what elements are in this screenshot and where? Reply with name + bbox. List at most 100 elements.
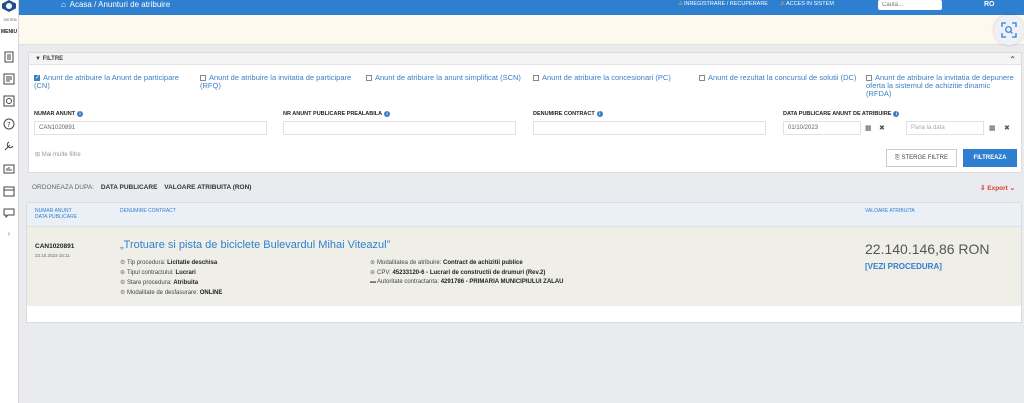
checkbox-box[interactable]	[34, 74, 40, 82]
register-link[interactable]: ⚠INREGISTRARE / RECUPERARE	[678, 0, 768, 9]
checkbox-label: Anunt de atribuire la anunt simplificat …	[375, 73, 521, 82]
results-header: NUMAR ANUNT DATA PUBLICARE DENUMIRE CONT…	[27, 203, 1021, 227]
gear-icon: ⚙	[120, 280, 126, 286]
checkbox-box[interactable]	[366, 75, 372, 81]
meta-label: Modalitate de desfasurare:	[127, 290, 199, 296]
sidebar: SISTEM MENIU ? ›	[0, 0, 19, 403]
checkbox-cn[interactable]: Anunt de atribuire la Anunt de participa…	[34, 74, 194, 90]
info-icon[interactable]: i	[893, 111, 900, 117]
nr-prealabila-input[interactable]	[283, 121, 516, 135]
numar-anunt-input[interactable]: CAN1020891	[34, 121, 267, 135]
label-text: NUMAR ANUNT	[34, 111, 76, 117]
home-icon[interactable]: ⌂	[61, 0, 66, 9]
breadcrumb-current: Anunturi de atribuire	[98, 0, 171, 9]
meta-mode: ⚙ Modalitate de desfasurare: ONLINE	[120, 289, 222, 296]
meta-label: Autoritate contractanta:	[377, 279, 440, 285]
globe-icon: ⊕	[370, 270, 376, 276]
meta-label: CPV:	[377, 270, 391, 276]
date-to-input[interactable]: Pana la data	[906, 121, 984, 135]
help-icon[interactable]: ?	[3, 118, 15, 130]
calendar-icon[interactable]: ▦	[865, 124, 872, 132]
meta-label: Modalitatea de atribuire:	[377, 260, 442, 266]
chat-icon[interactable]	[3, 207, 15, 219]
checkbox-dc[interactable]: Anunt de rezultat la concursul de soluti…	[699, 74, 859, 82]
result-row: CAN1020891 23.10.2023 15:11 „Trotuare si…	[27, 227, 1021, 306]
calendar-icon[interactable]	[3, 185, 15, 197]
building-icon: ▬	[370, 279, 376, 285]
search-input[interactable]	[878, 0, 942, 10]
sort-option-value[interactable]: VALOARE ATRIBUITA (RON)	[164, 184, 251, 191]
checkbox-rfda[interactable]: Anunt de atribuire la invitatia de depun…	[866, 74, 1016, 98]
meta-value: 4291786 - PRIMARIA MUNICIPIULUI ZALAU	[440, 279, 564, 285]
meta-label: Tipul contractului:	[127, 270, 174, 276]
info-icon[interactable]: i	[596, 111, 603, 117]
login-link-label: ACCES IN SISTEM	[785, 1, 834, 7]
logo-icon[interactable]	[2, 0, 16, 12]
globe-icon: ⊕	[370, 260, 376, 266]
meta-cpv: ⊕ CPV: 45233120-6 - Lucrari de constructi…	[370, 269, 545, 276]
filter-panel: ▼ FILTRE ⌃ Anunt de atribuire la Anunt d…	[28, 52, 1022, 173]
register-link-label: INREGISTRARE / RECUPERARE	[683, 1, 768, 7]
list-icon[interactable]	[3, 73, 15, 85]
checkbox-box[interactable]	[200, 75, 206, 81]
more-filters-link[interactable]: ⊞ Mai multe filtre	[35, 151, 81, 158]
header-line: DATA PUBLICARE	[35, 213, 78, 220]
checkbox-rfq[interactable]: Anunt de atribuire la invitatia de parti…	[200, 74, 360, 90]
screenshot-tool-button[interactable]	[994, 15, 1024, 45]
checkbox-scn[interactable]: Anunt de atribuire la anunt simplificat …	[366, 74, 526, 82]
meta-label: Stare procedura:	[127, 280, 172, 286]
checkbox-label: Anunt de atribuire la invitatia de parti…	[200, 73, 352, 90]
warning-icon: ⚠	[678, 1, 683, 7]
info-icon[interactable]: i	[384, 111, 391, 117]
sort-option-date[interactable]: DATA PUBLICARE	[101, 184, 158, 191]
system-label: SISTEM	[3, 18, 17, 22]
expand-sidebar-icon[interactable]: ›	[3, 228, 15, 240]
sort-bar: ORDONEAZA DUPA: DATA PUBLICARE VALOARE A…	[32, 184, 251, 191]
calendar-icon[interactable]: ▦	[989, 124, 996, 132]
numar-anunt-label: NUMAR ANUNT i	[34, 111, 84, 117]
view-procedure-link[interactable]: [VEZI PROCEDURA]	[865, 262, 942, 271]
column-header-number[interactable]: NUMAR ANUNT DATA PUBLICARE	[35, 208, 78, 220]
clear-date-icon[interactable]: ✖	[1004, 124, 1010, 132]
notice-number: CAN1020891	[35, 243, 75, 250]
login-link[interactable]: ⚠ACCES IN SISTEM	[780, 0, 834, 9]
meta-contract-type: ⊕ Tipul contractului: Lucrari	[120, 269, 196, 276]
meta-procedure-state: ⚙ Stare procedura: Atribuita	[120, 279, 198, 286]
filter-title: FILTRE	[42, 56, 64, 62]
gear-icon: ⚙	[120, 260, 126, 266]
denumire-contract-input[interactable]	[533, 121, 766, 135]
meta-label: Tip procedura:	[127, 260, 166, 266]
filter-button[interactable]: FILTREAZA	[963, 149, 1017, 167]
checkbox-pc[interactable]: Anunt de atribuire la concesionari (PC)	[533, 74, 693, 82]
column-header-value[interactable]: VALOARE ATRIBUITA	[865, 208, 915, 215]
meta-value: Contract de achizitii publice	[443, 260, 523, 266]
breadcrumb-home[interactable]: Acasa	[70, 0, 92, 9]
export-button[interactable]: ⇩ Export ⌄	[980, 184, 1015, 192]
top-bar: ⌂ Acasa / Anunturi de atribuire ⚠INREGIS…	[19, 0, 1024, 15]
checkbox-box[interactable]	[533, 75, 539, 81]
filter-header[interactable]: ▼ FILTRE ⌃	[29, 53, 1021, 65]
label-text: DATA PUBLICARE ANUNT DE ATRIBUIRE	[783, 111, 892, 117]
date-from-input[interactable]: 01/10/2023	[783, 121, 861, 135]
clear-filters-button[interactable]: ⎘ STERGE FILTRE	[886, 149, 957, 167]
language-selector[interactable]: RO	[984, 0, 995, 9]
column-header-name[interactable]: DENUMIRE CONTRACT	[120, 208, 176, 215]
checkbox-label: Anunt de atribuire la concesionari (PC)	[542, 73, 671, 82]
menu-label[interactable]: MENIU	[0, 29, 18, 35]
stats-icon[interactable]	[3, 163, 15, 175]
meta-authority: ▬Autoritate contractanta: 4291786 - PRIM…	[370, 279, 564, 285]
document-icon[interactable]	[3, 51, 15, 63]
breadcrumb: ⌂ Acasa / Anunturi de atribuire	[61, 0, 170, 10]
collapse-icon[interactable]: ⌃	[1009, 54, 1016, 66]
tools-icon[interactable]	[3, 140, 15, 152]
gear-icon: ⚙	[120, 290, 126, 296]
notice-bar	[19, 15, 1024, 45]
globe-icon: ⊕	[120, 270, 126, 276]
sort-label: ORDONEAZA DUPA:	[32, 184, 95, 191]
chart-document-icon[interactable]	[3, 95, 15, 107]
clear-date-icon[interactable]: ✖	[879, 124, 885, 132]
checkbox-box[interactable]	[866, 75, 872, 81]
checkbox-box[interactable]	[699, 75, 705, 81]
info-icon[interactable]: i	[77, 111, 84, 117]
contract-title-link[interactable]: „Trotuare si pista de biciclete Bulevard…	[120, 239, 390, 251]
